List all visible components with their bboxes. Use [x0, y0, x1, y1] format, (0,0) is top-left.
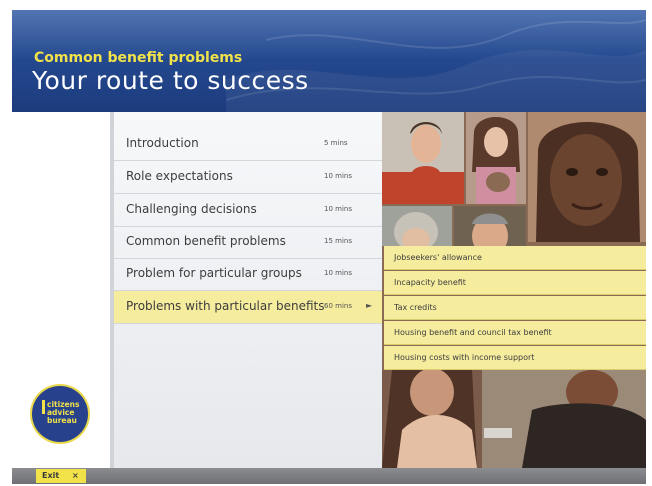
menu-item-duration: 5 mins	[324, 139, 348, 147]
close-icon: ×	[72, 471, 79, 480]
menu-item-label: Common benefit problems	[126, 234, 286, 248]
exit-button[interactable]: Exit ×	[36, 469, 86, 483]
menu-item-label: Problems with particular benefits	[126, 299, 325, 313]
menu-item-introduction[interactable]: Introduction 5 mins	[114, 128, 382, 161]
photo-older-woman	[382, 206, 452, 246]
benefits-submenu: Jobseekers' allowance Incapacity benefit…	[384, 246, 646, 371]
header-banner: Common benefit problems Your route to su…	[12, 10, 646, 112]
submenu-item-label: Jobseekers' allowance	[394, 253, 482, 262]
page-title: Your route to success	[32, 66, 309, 95]
course-subtitle: Common benefit problems	[34, 50, 243, 66]
submenu-item-label: Housing costs with income support	[394, 353, 535, 362]
citizens-advice-logo: citizens advice bureau	[32, 386, 88, 442]
submenu-arrow-icon: ►	[366, 301, 373, 310]
menu-item-particular-benefits[interactable]: Problems with particular benefits 60 min…	[114, 291, 382, 324]
menu-item-label: Problem for particular groups	[126, 266, 302, 280]
menu-item-duration: 15 mins	[324, 237, 352, 245]
submenu-item-housing-benefit[interactable]: Housing benefit and council tax benefit	[384, 321, 646, 345]
menu-item-label: Challenging decisions	[126, 202, 257, 216]
menu-item-label: Role expectations	[126, 169, 233, 183]
submenu-item-tax-credits[interactable]: Tax credits	[384, 296, 646, 320]
menu-item-duration: 10 mins	[324, 205, 352, 213]
logo-bar	[42, 400, 45, 414]
menu-item-duration: 10 mins	[324, 269, 352, 277]
submenu-item-label: Tax credits	[394, 303, 437, 312]
footer-bar: Exit ×	[12, 468, 646, 484]
banner-wave-pattern	[226, 19, 646, 112]
menu-item-role-expectations[interactable]: Role expectations 10 mins	[114, 161, 382, 194]
photo-young-man	[382, 112, 464, 204]
module-menu: Introduction 5 mins Role expectations 10…	[114, 112, 382, 468]
menu-item-label: Introduction	[126, 136, 199, 150]
submenu-item-label: Incapacity benefit	[394, 278, 466, 287]
photo-smiling-woman	[528, 112, 646, 242]
submenu-item-housing-costs[interactable]: Housing costs with income support	[384, 346, 646, 370]
submenu-item-label: Housing benefit and council tax benefit	[394, 328, 552, 337]
menu-item-challenging-decisions[interactable]: Challenging decisions 10 mins	[114, 194, 382, 227]
menu-item-common-benefit-problems[interactable]: Common benefit problems 15 mins	[114, 226, 382, 259]
photo-older-man	[454, 206, 526, 246]
submenu-item-jobseekers-allowance[interactable]: Jobseekers' allowance	[384, 246, 646, 270]
submenu-item-incapacity-benefit[interactable]: Incapacity benefit	[384, 271, 646, 295]
menu-item-duration: 60 mins	[324, 302, 352, 310]
photo-women-with-phone	[382, 370, 646, 468]
photo-girl-with-cat	[466, 112, 526, 204]
logo-text-line: bureau	[47, 416, 77, 425]
course-window: Common benefit problems Your route to su…	[12, 10, 646, 484]
menu-item-particular-groups[interactable]: Problem for particular groups 10 mins	[114, 258, 382, 291]
exit-label: Exit	[42, 471, 60, 480]
menu-item-duration: 10 mins	[324, 172, 352, 180]
